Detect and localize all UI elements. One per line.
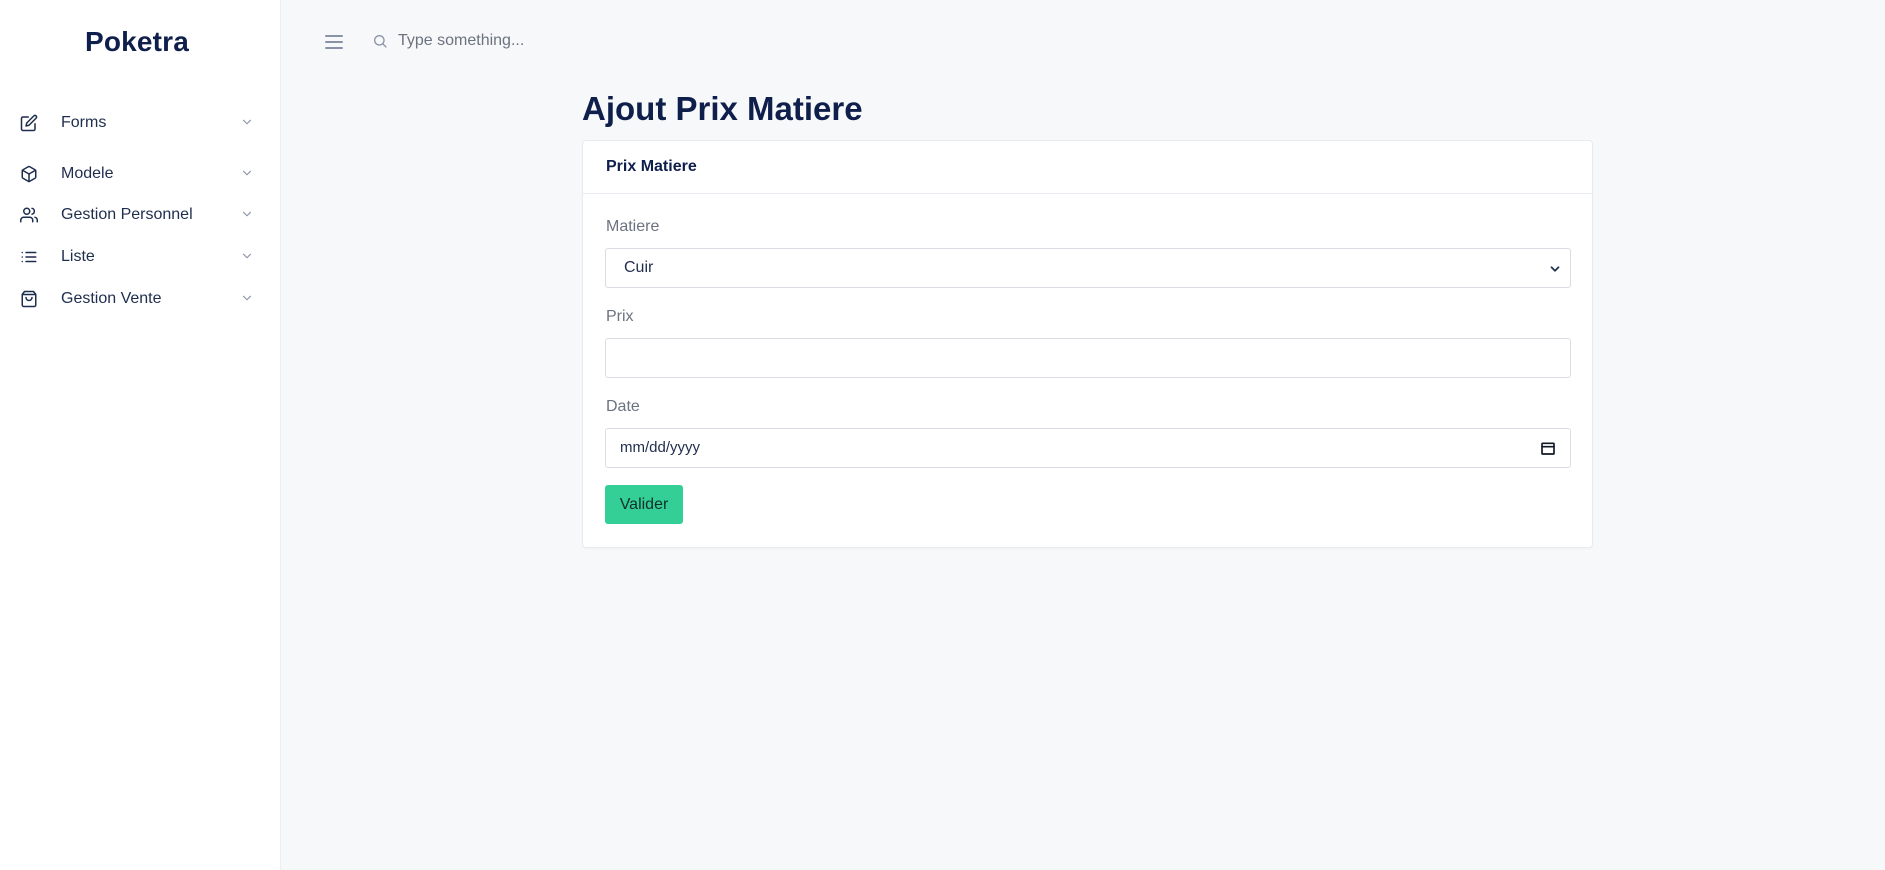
hamburger-menu-icon[interactable] xyxy=(324,33,344,51)
valider-button[interactable]: Valider xyxy=(605,485,683,524)
chevron-down-icon xyxy=(1548,262,1562,276)
prix-input[interactable] xyxy=(605,338,1571,378)
chevron-down-icon xyxy=(240,291,254,305)
date-label: Date xyxy=(606,398,640,415)
shopping-bag-icon xyxy=(20,290,38,308)
sidebar-item-modele[interactable]: Modele xyxy=(0,157,270,191)
matiere-selected-value: Cuir xyxy=(624,259,654,276)
page-title: Ajout Prix Matiere xyxy=(582,90,863,127)
card-header: Prix Matiere xyxy=(583,141,1592,194)
matiere-label: Matiere xyxy=(606,218,660,235)
sidebar-item-label: Forms xyxy=(61,114,107,131)
card-title: Prix Matiere xyxy=(606,158,697,175)
chevron-down-icon xyxy=(240,207,254,221)
sidebar-item-liste[interactable]: Liste xyxy=(0,240,270,274)
users-icon xyxy=(20,206,38,224)
chevron-down-icon xyxy=(240,249,254,263)
date-input[interactable]: mm/dd/yyyy xyxy=(605,428,1571,468)
box-icon xyxy=(20,165,38,183)
search-icon xyxy=(372,33,388,49)
sidebar-item-label: Gestion Personnel xyxy=(61,206,193,223)
sidebar: Poketra Forms Modele Gestion Personnel L… xyxy=(0,0,281,870)
topbar xyxy=(282,4,1885,80)
list-icon xyxy=(20,248,38,266)
sidebar-item-label: Modele xyxy=(61,165,114,182)
sidebar-item-gestion-vente[interactable]: Gestion Vente xyxy=(0,282,270,316)
chevron-down-icon xyxy=(240,166,254,180)
edit-icon xyxy=(20,114,38,132)
chevron-down-icon xyxy=(240,115,254,129)
sidebar-item-gestion-personnel[interactable]: Gestion Personnel xyxy=(0,198,270,232)
sidebar-item-forms[interactable]: Forms xyxy=(0,106,270,140)
prix-label: Prix xyxy=(606,308,634,325)
matiere-select[interactable]: Cuir xyxy=(605,248,1571,288)
calendar-icon[interactable] xyxy=(1540,440,1556,456)
date-placeholder: mm/dd/yyyy xyxy=(620,439,701,456)
search-input[interactable] xyxy=(398,26,798,56)
brand-logo[interactable]: Poketra xyxy=(0,26,274,58)
sidebar-item-label: Gestion Vente xyxy=(61,290,162,307)
sidebar-item-label: Liste xyxy=(61,248,95,265)
prix-matiere-card: Prix Matiere Matiere Cuir Prix Date mm/d… xyxy=(582,140,1593,548)
